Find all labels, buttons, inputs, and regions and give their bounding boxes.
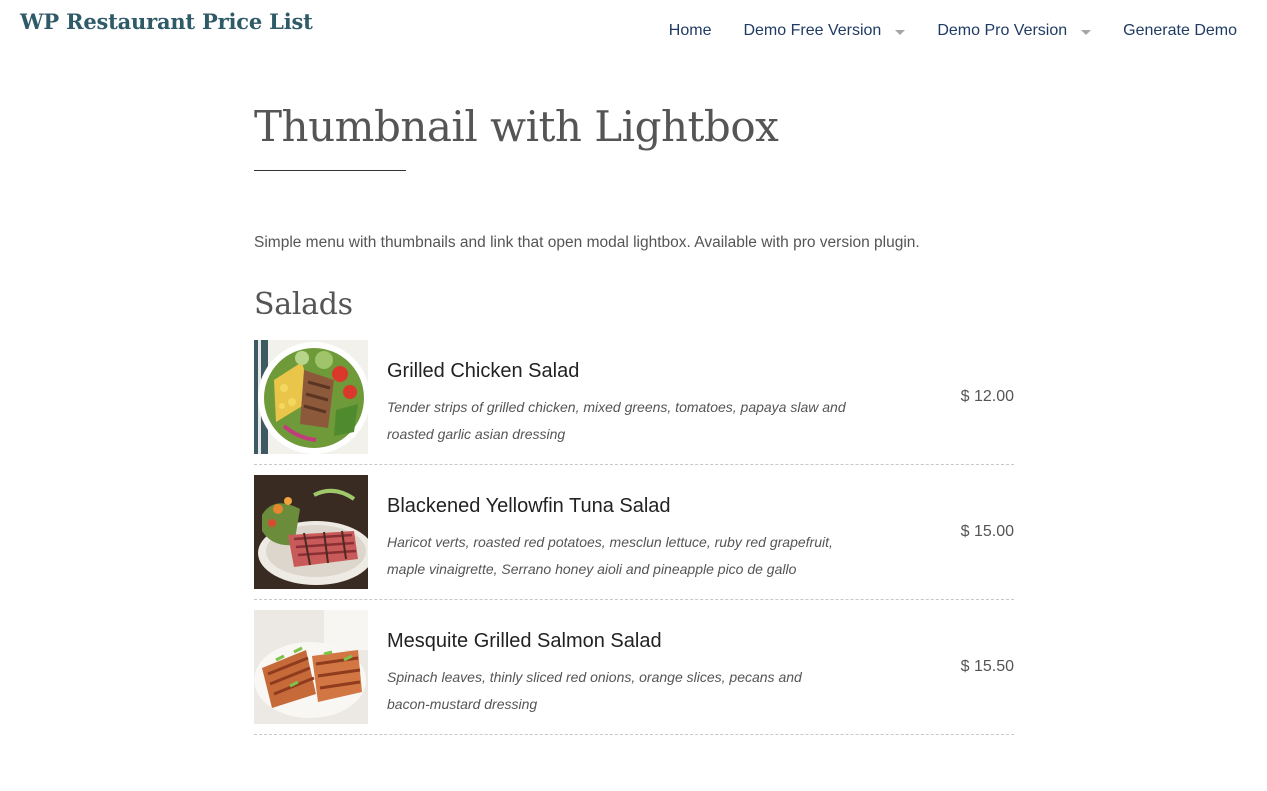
nav-item-demo-free-version[interactable]: Demo Free Version [743,22,906,40]
chicken-salad-photo-icon [254,340,368,454]
item-description: Haricot verts, roasted red potatoes, mes… [387,534,833,577]
menu-item: Blackened Yellowfin Tuna Salad Haricot v… [254,475,1014,600]
site-header: WP Restaurant Price List Home Demo Free … [0,0,1267,66]
item-description: Tender strips of grilled chicken, mixed … [387,399,846,442]
section-title-salads: Salads [254,287,353,322]
tuna-salad-thumbnail[interactable] [254,475,368,589]
nav-item-label: Generate Demo [1123,22,1237,39]
item-price: $ 12.00 [960,388,1014,405]
menu-list: Grilled Chicken Salad Tender strips of g… [254,340,1014,745]
salmon-salad-thumbnail[interactable] [254,610,368,724]
item-name: Grilled Chicken Salad [387,360,580,382]
chevron-down-icon [1081,29,1092,35]
title-underline [254,170,406,171]
site-title-link[interactable]: WP Restaurant Price List [20,9,313,34]
page-intro: Simple menu with thumbnails and link tha… [254,234,920,251]
menu-item: Grilled Chicken Salad Tender strips of g… [254,340,1014,465]
nav-item-demo-pro-version[interactable]: Demo Pro Version [937,22,1092,40]
menu-item: Mesquite Grilled Salmon Salad Spinach le… [254,610,1014,735]
page-title: Thumbnail with Lightbox [254,102,779,151]
tuna-salad-photo-icon [254,475,368,589]
chicken-salad-thumbnail[interactable] [254,340,368,454]
item-description: Spinach leaves, thinly sliced red onions… [387,669,802,712]
nav-item-generate-demo[interactable]: Generate Demo [1123,22,1237,40]
nav-item-label: Demo Pro Version [937,22,1068,39]
chevron-down-icon [895,29,906,35]
item-price: $ 15.50 [960,658,1014,675]
nav-item-label: Demo Free Version [743,22,882,39]
nav-item-label: Home [668,22,712,39]
item-name: Mesquite Grilled Salmon Salad [387,630,662,652]
item-price: $ 15.00 [960,523,1014,540]
main-nav: Home Demo Free Version Demo Pro Version … [637,22,1237,40]
item-name: Blackened Yellowfin Tuna Salad [387,495,671,517]
salmon-salad-photo-icon [254,610,368,724]
nav-item-home[interactable]: Home [669,22,712,40]
